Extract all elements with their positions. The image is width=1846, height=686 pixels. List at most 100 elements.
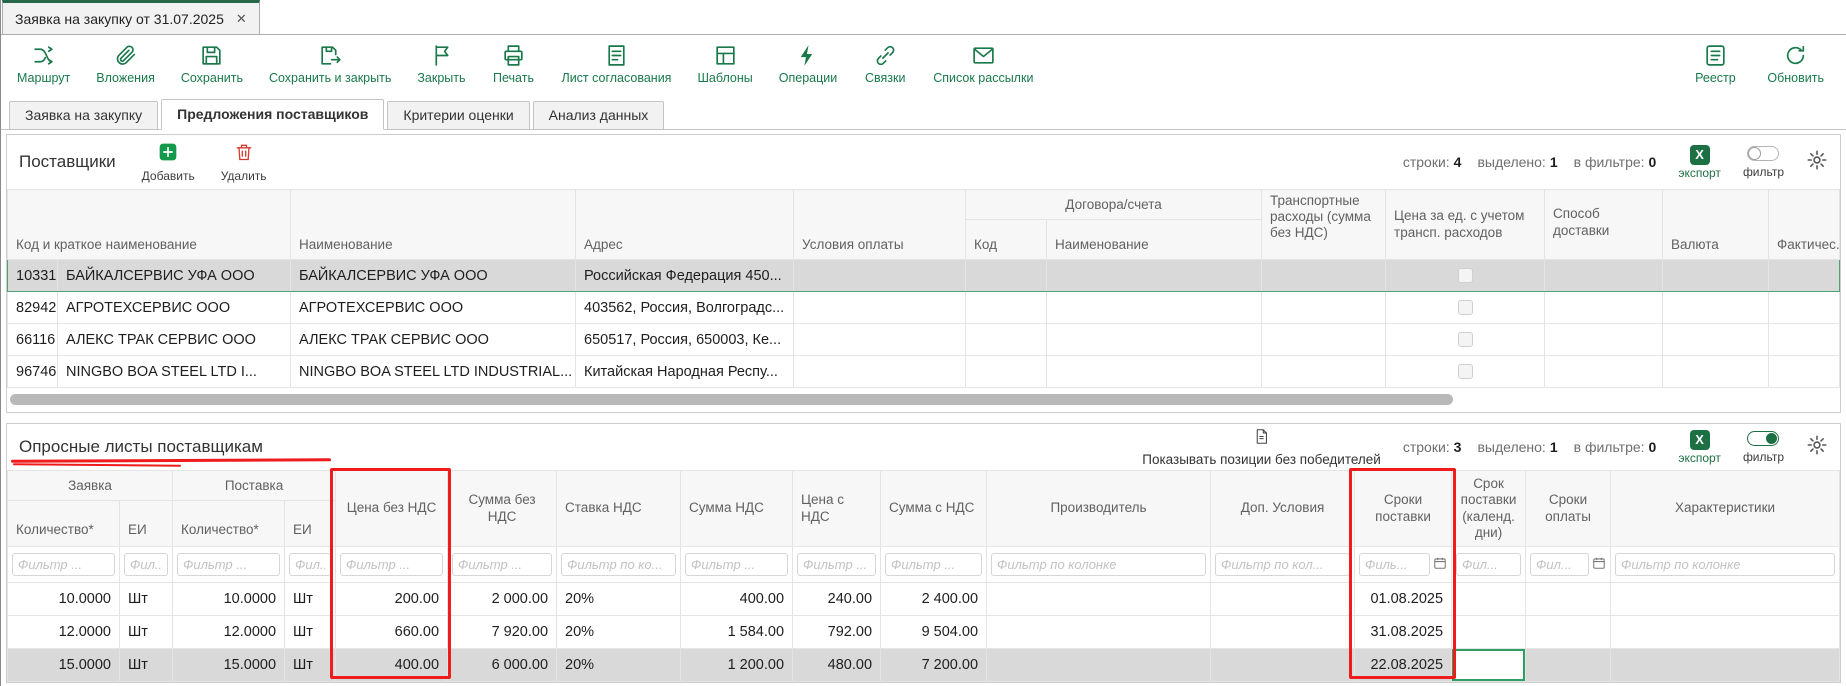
cell-vat-rate[interactable]: 20% xyxy=(557,616,681,649)
cell-qty-request[interactable]: 10.0000 xyxy=(8,583,120,616)
filter-input-characteristics[interactable] xyxy=(1615,553,1835,576)
col-header-pay-terms[interactable]: Условия оплаты xyxy=(794,190,966,260)
cell-price-vat[interactable]: 480.00 xyxy=(793,649,881,682)
filter-toggle-on[interactable] xyxy=(1747,431,1779,446)
cell-pay-terms[interactable] xyxy=(794,356,966,388)
cell-contract-code[interactable] xyxy=(966,324,1047,356)
col-header-unit-request[interactable]: ЕИ xyxy=(120,501,173,547)
cell-contract-name[interactable] xyxy=(1047,324,1262,356)
col-header-qty-request[interactable]: Количество* xyxy=(8,501,120,547)
cell-manufacturer[interactable] xyxy=(987,649,1211,682)
close-document-button[interactable]: Закрыть xyxy=(417,42,465,85)
cell-unit-request[interactable]: Шт xyxy=(120,583,173,616)
filter-input-delivery-dates[interactable] xyxy=(1359,553,1430,576)
col-header-unit-price-transport[interactable]: Цена за ед. с учетом трансп. расходов xyxy=(1386,190,1545,260)
cell-extra-conditions[interactable] xyxy=(1211,649,1355,682)
calendar-icon[interactable] xyxy=(1433,556,1447,574)
export-excel-button[interactable]: X экспорт xyxy=(1678,430,1721,465)
cell-pay-dates[interactable] xyxy=(1526,583,1611,616)
add-supplier-button[interactable]: Добавить xyxy=(142,142,195,183)
col-header-contract-name[interactable]: Наименование xyxy=(1047,220,1262,260)
tab-predlozheniya-postavshchikov[interactable]: Предложения поставщиков xyxy=(161,99,384,130)
cell-price-no-vat[interactable]: 660.00 xyxy=(336,616,448,649)
col-header-currency[interactable]: Валюта xyxy=(1663,190,1769,260)
cell-actual[interactable] xyxy=(1769,324,1840,356)
cell-unit-price-flag[interactable] xyxy=(1386,292,1545,324)
cell-currency[interactable] xyxy=(1663,260,1769,292)
approval-sheet-button[interactable]: Лист согласования xyxy=(562,42,672,85)
col-header-pay-dates[interactable]: Сроки оплаты xyxy=(1526,471,1611,547)
col-header-price-vat[interactable]: Цена с НДС xyxy=(793,471,881,547)
cell-contract-code[interactable] xyxy=(966,356,1047,388)
cell-characteristics[interactable] xyxy=(1611,583,1840,616)
cell-actual[interactable] xyxy=(1769,260,1840,292)
col-header-characteristics[interactable]: Характеристики xyxy=(1611,471,1840,547)
col-header-delivery-dates[interactable]: Сроки поставки xyxy=(1355,471,1452,547)
mailing-list-button[interactable]: Список рассылки xyxy=(933,42,1033,85)
cell-extra-conditions[interactable] xyxy=(1211,583,1355,616)
cell-code[interactable]: 66116 xyxy=(8,324,58,356)
cell-unit-supply[interactable]: Шт xyxy=(285,583,336,616)
cell-pay-terms[interactable] xyxy=(794,260,966,292)
sheet-row[interactable]: 15.0000 Шт 15.0000 Шт 400.00 6 000.00 20… xyxy=(8,649,1840,682)
col-header-sum-vat[interactable]: Сумма с НДС xyxy=(881,471,987,547)
cell-delivery-days[interactable] xyxy=(1452,583,1526,616)
cell-qty-request[interactable]: 12.0000 xyxy=(8,616,120,649)
cell-manufacturer[interactable] xyxy=(987,616,1211,649)
cell-code[interactable]: 82942 xyxy=(8,292,58,324)
col-header-extra-conditions[interactable]: Доп. Условия xyxy=(1211,471,1355,547)
col-group-contracts[interactable]: Договора/счета xyxy=(966,190,1262,220)
cell-address[interactable]: Российская Федерация 450... xyxy=(576,260,794,292)
col-header-delivery-days[interactable]: Срок поставки (календ. дни) xyxy=(1452,471,1526,547)
cell-extra-conditions[interactable] xyxy=(1211,616,1355,649)
show-positions-without-winners-button[interactable]: Показывать позиции без победителей xyxy=(1142,428,1381,467)
supplier-row[interactable]: 103317 БАЙКАЛСЕРВИС УФА ООО БАЙКАЛСЕРВИС… xyxy=(8,260,1840,292)
cell-qty-supply[interactable]: 12.0000 xyxy=(173,616,285,649)
cell-currency[interactable] xyxy=(1663,324,1769,356)
document-tab[interactable]: Заявка на закупку от 31.07.2025 ✕ xyxy=(2,0,260,34)
cell-vat-sum[interactable]: 1 584.00 xyxy=(681,616,793,649)
cell-address[interactable]: Китайская Народная Респу... xyxy=(576,356,794,388)
cell-name[interactable]: БАЙКАЛСЕРВИС УФА ООО xyxy=(291,260,576,292)
close-icon[interactable]: ✕ xyxy=(236,11,247,27)
cell-unit-price-flag[interactable] xyxy=(1386,324,1545,356)
cell-contract-name[interactable] xyxy=(1047,292,1262,324)
cell-code[interactable]: 96746 xyxy=(8,356,58,388)
cell-characteristics[interactable] xyxy=(1611,649,1840,682)
cell-delivery-date[interactable]: 01.08.2025 xyxy=(1355,583,1452,616)
calendar-icon[interactable] xyxy=(1592,556,1606,574)
links-button[interactable]: Связки xyxy=(863,42,907,85)
filter-input-manufacturer[interactable] xyxy=(991,553,1206,576)
col-header-actual[interactable]: Фактичес... xyxy=(1769,190,1840,260)
cell-name[interactable]: NINGBO BOA STEEL LTD INDUSTRIAL... xyxy=(291,356,576,388)
filter-input-sum-no-vat[interactable] xyxy=(452,553,552,576)
save-button[interactable]: Сохранить xyxy=(181,42,243,85)
col-group-supply[interactable]: Поставка xyxy=(173,471,336,501)
cell-delivery-days-focused[interactable] xyxy=(1452,649,1526,682)
cell-unit-request[interactable]: Шт xyxy=(120,649,173,682)
sheet-row[interactable]: 10.0000 Шт 10.0000 Шт 200.00 2 000.00 20… xyxy=(8,583,1840,616)
cell-unit-price-flag[interactable] xyxy=(1386,356,1545,388)
cell-short-name[interactable]: АГРОТЕХСЕРВИС ООО xyxy=(58,292,291,324)
cell-contract-code[interactable] xyxy=(966,292,1047,324)
col-header-code-shortname[interactable]: Код и краткое наименование xyxy=(8,190,291,260)
filter-input-sum-vat[interactable] xyxy=(885,553,982,576)
cell-sum-vat[interactable]: 7 200.00 xyxy=(881,649,987,682)
supplier-row[interactable]: 66116 АЛЕКС ТРАК СЕРВИС ООО АЛЕКС ТРАК С… xyxy=(8,324,1840,356)
col-header-qty-supply[interactable]: Количество* xyxy=(173,501,285,547)
cell-vat-rate[interactable]: 20% xyxy=(557,583,681,616)
cell-pay-terms[interactable] xyxy=(794,324,966,356)
cell-unit-request[interactable]: Шт xyxy=(120,616,173,649)
cell-manufacturer[interactable] xyxy=(987,583,1211,616)
cell-code[interactable]: 103317 xyxy=(8,260,58,292)
unit-price-checkbox[interactable] xyxy=(1458,268,1473,283)
col-header-sum-no-vat[interactable]: Сумма без НДС xyxy=(448,471,557,547)
filter-input-qty-request[interactable] xyxy=(12,553,115,576)
tab-analiz-dannyh[interactable]: Анализ данных xyxy=(533,101,665,129)
col-header-name[interactable]: Наименование xyxy=(291,190,576,260)
cell-contract-name[interactable] xyxy=(1047,356,1262,388)
col-header-manufacturer[interactable]: Производитель xyxy=(987,471,1211,547)
cell-short-name[interactable]: АЛЕКС ТРАК СЕРВИС ООО xyxy=(58,324,291,356)
filter-toggle-control[interactable]: фильтр xyxy=(1743,146,1784,179)
cell-currency[interactable] xyxy=(1663,356,1769,388)
